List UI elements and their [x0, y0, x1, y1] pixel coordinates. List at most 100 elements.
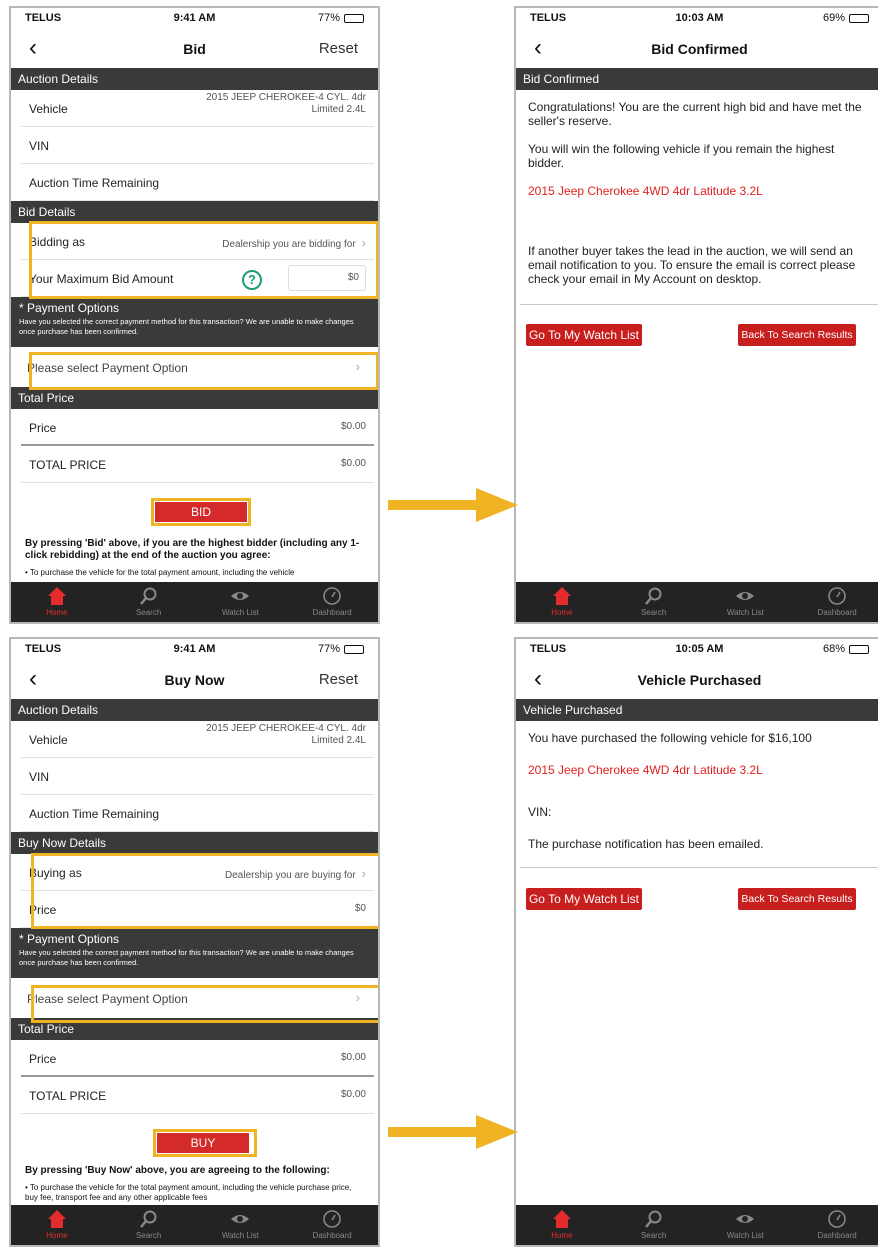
- vin-row: VIN: [21, 758, 374, 795]
- gauge-icon: [286, 1209, 378, 1231]
- tab-search[interactable]: Search: [608, 1205, 700, 1245]
- auction-details-header: Auction Details: [11, 699, 378, 721]
- price-label: Price: [29, 421, 57, 435]
- time-remaining-row: Auction Time Remaining: [21, 795, 374, 832]
- bid-terms-item: • To purchase the vehicle for the total …: [25, 568, 295, 577]
- flow-arrow-icon: [388, 1115, 518, 1149]
- vehicle-purchased-header: Vehicle Purchased: [516, 699, 878, 721]
- tab-home[interactable]: Home: [11, 1205, 103, 1245]
- vehicle-row: Vehicle 2015 JEEP CHEROKEE-4 CYL. 4dr Lim…: [21, 721, 374, 758]
- vehicle-row: Vehicle 2015 JEEP CHEROKEE-4 CYL. 4dr Lim…: [21, 90, 374, 127]
- vehicle-purchased-screen: TELUS 10:05 AM 68% ‹ Vehicle Purchased V…: [514, 637, 878, 1247]
- vehicle-value-line2: Limited 2.4L: [311, 104, 366, 115]
- price-row: Price $0.00: [21, 1040, 374, 1077]
- gauge-icon: [791, 1209, 878, 1231]
- go-to-watch-list-button[interactable]: Go To My Watch List: [526, 888, 642, 910]
- tab-home[interactable]: Home: [11, 582, 103, 622]
- battery-icon: [849, 644, 869, 654]
- payment-option-placeholder: Please select Payment Option: [27, 992, 188, 1006]
- search-icon: [103, 586, 195, 608]
- buy-terms-heading: By pressing 'Buy Now' above, you are agr…: [25, 1165, 330, 1176]
- tab-label: Home: [46, 608, 68, 617]
- tab-home[interactable]: Home: [516, 582, 608, 622]
- tab-label: Dashboard: [312, 1231, 352, 1240]
- go-to-watch-list-button[interactable]: Go To My Watch List: [526, 324, 642, 346]
- vehicle-label: Vehicle: [29, 102, 68, 116]
- buy-terms-item: • To purchase the vehicle for the total …: [25, 1183, 352, 1202]
- tab-label: Watch List: [726, 608, 764, 617]
- eye-icon: [700, 586, 792, 608]
- tab-label: Watch List: [221, 1231, 259, 1240]
- total-price-header: Total Price: [11, 387, 378, 409]
- reset-button[interactable]: Reset: [319, 40, 358, 57]
- payment-option-select[interactable]: Please select Payment Option ›: [11, 347, 378, 387]
- bid-screen: TELUS 9:41 AM 77% ‹ Bid Reset Auction De…: [9, 6, 380, 624]
- tab-label: Home: [46, 1231, 68, 1240]
- home-icon: [516, 586, 608, 608]
- payment-options-note: Have you selected the correct payment me…: [19, 317, 354, 336]
- payment-options-banner: * Payment Options Have you selected the …: [11, 297, 378, 347]
- vehicle-link[interactable]: 2015 Jeep Cherokee 4WD 4dr Latitude 3.2L: [528, 763, 871, 777]
- total-price-label: TOTAL PRICE: [29, 458, 107, 472]
- tab-label: Home: [551, 1231, 573, 1240]
- bid-details-header: Bid Details: [11, 201, 378, 223]
- payment-option-select[interactable]: Please select Payment Option ›: [11, 978, 378, 1018]
- gauge-icon: [286, 586, 378, 608]
- payment-options-banner: * Payment Options Have you selected the …: [11, 928, 378, 978]
- payment-options-note: Have you selected the correct payment me…: [19, 948, 354, 967]
- bidding-as-row[interactable]: Bidding as Dealership you are bidding fo…: [21, 223, 374, 260]
- tab-search[interactable]: Search: [103, 582, 195, 622]
- buy-button[interactable]: BUY: [157, 1133, 249, 1153]
- total-price-row: TOTAL PRICE $0.00: [21, 446, 374, 483]
- buying-as-value: Dealership you are buying for: [225, 870, 356, 881]
- tab-bar: Home Search Watch List Dashboard: [516, 582, 878, 622]
- tab-label: Search: [135, 608, 162, 617]
- price-value: $0.00: [340, 421, 366, 432]
- help-icon[interactable]: ?: [242, 270, 262, 290]
- tab-dashboard[interactable]: Dashboard: [791, 1205, 878, 1245]
- vehicle-link[interactable]: 2015 Jeep Cherokee 4WD 4dr Latitude 3.2L: [528, 184, 871, 198]
- home-icon: [11, 1209, 103, 1231]
- back-to-search-results-button[interactable]: Back To Search Results: [738, 888, 856, 910]
- buying-as-row[interactable]: Buying as Dealership you are buying for ›: [21, 854, 374, 891]
- nav-bar: ‹ Bid Confirmed: [516, 30, 878, 68]
- payment-option-placeholder: Please select Payment Option: [27, 361, 188, 375]
- eye-icon: [700, 1209, 792, 1231]
- buy-price-value: $0: [354, 903, 366, 914]
- bid-confirmed-header: Bid Confirmed: [516, 68, 878, 90]
- nav-bar: ‹ Vehicle Purchased: [516, 661, 878, 699]
- bid-confirmed-screen: TELUS 10:03 AM 69% ‹ Bid Confirmed Bid C…: [514, 6, 878, 624]
- price-value: $0.00: [340, 1052, 366, 1063]
- search-icon: [103, 1209, 195, 1231]
- bid-button[interactable]: BID: [155, 502, 247, 522]
- page-title: Bid Confirmed: [651, 41, 748, 57]
- total-price-label: TOTAL PRICE: [29, 1089, 107, 1103]
- total-price-header: Total Price: [11, 1018, 378, 1040]
- vehicle-value-line1: 2015 JEEP CHEROKEE-4 CYL. 4dr: [206, 92, 366, 103]
- tab-watch-list[interactable]: Watch List: [700, 1205, 792, 1245]
- tab-watch-list[interactable]: Watch List: [195, 1205, 287, 1245]
- vin-label: VIN:: [528, 805, 552, 819]
- tab-dashboard[interactable]: Dashboard: [791, 582, 878, 622]
- win-text: You will win the following vehicle if yo…: [528, 142, 835, 170]
- eye-icon: [195, 586, 287, 608]
- vin-label: VIN: [29, 770, 50, 784]
- tab-bar: Home Search Watch List Dashboard: [11, 1205, 378, 1245]
- chevron-right-icon: ›: [355, 359, 360, 374]
- page-title: Vehicle Purchased: [637, 672, 762, 688]
- tab-search[interactable]: Search: [608, 582, 700, 622]
- vehicle-value-line2: Limited 2.4L: [311, 735, 366, 746]
- tab-dashboard[interactable]: Dashboard: [286, 1205, 378, 1245]
- tab-label: Watch List: [726, 1231, 764, 1240]
- tab-watch-list[interactable]: Watch List: [195, 582, 287, 622]
- reset-button[interactable]: Reset: [319, 671, 358, 688]
- tab-label: Dashboard: [312, 608, 352, 617]
- tab-dashboard[interactable]: Dashboard: [286, 582, 378, 622]
- tab-home[interactable]: Home: [516, 1205, 608, 1245]
- battery-icon: [849, 13, 869, 23]
- battery-percent: 68%: [822, 643, 845, 655]
- max-bid-input[interactable]: $0: [288, 265, 366, 291]
- back-to-search-results-button[interactable]: Back To Search Results: [738, 324, 856, 346]
- tab-watch-list[interactable]: Watch List: [700, 582, 792, 622]
- tab-search[interactable]: Search: [103, 1205, 195, 1245]
